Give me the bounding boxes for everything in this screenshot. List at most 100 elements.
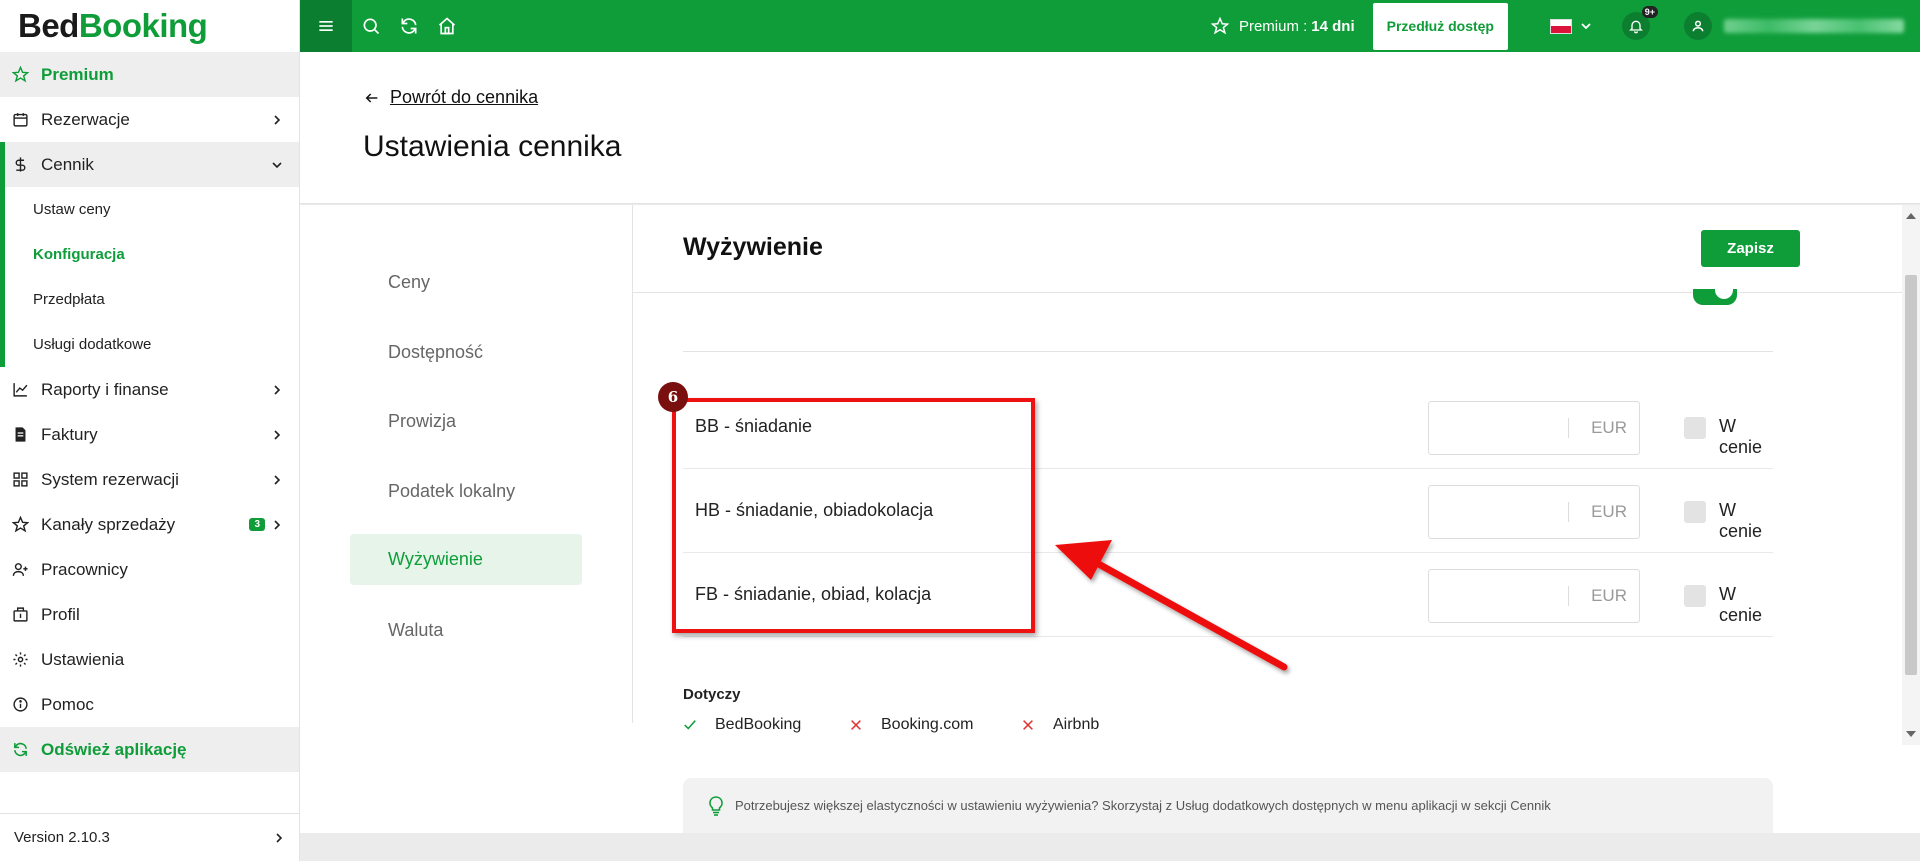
included-label: W cenie [1719, 500, 1763, 541]
version-label: Version 2.10.3 [14, 829, 110, 846]
chevron-down-icon [271, 159, 283, 171]
sidebar-item-label: Profil [41, 604, 80, 624]
chevron-down-icon [1581, 23, 1591, 30]
chevron-right-icon [273, 832, 285, 844]
star-icon [11, 516, 29, 534]
brand-logo-part1: Bed [18, 7, 79, 44]
sidebar-subitem-przedplata[interactable]: Przedpłata [0, 277, 299, 322]
included-checkbox[interactable] [1684, 501, 1706, 523]
building-icon [11, 606, 29, 624]
price-input[interactable]: EUR [1428, 485, 1640, 539]
tab-ceny[interactable]: Ceny [350, 257, 582, 308]
tip-box: Potrzebujesz większej elastyczności w us… [683, 778, 1773, 833]
premium-days: 14 dni [1311, 17, 1355, 35]
notifications-button[interactable]: 9+ [1622, 6, 1658, 40]
save-button[interactable]: Zapisz [1701, 230, 1800, 267]
user-name-blurred[interactable] [1724, 19, 1904, 33]
sidebar-item-cennik[interactable]: Cennik [0, 142, 299, 187]
tab-podatek-lokalny[interactable]: Podatek lokalny [350, 466, 582, 517]
sidebar-subitem-uslugi-dodatkowe[interactable]: Usługi dodatkowe [0, 322, 299, 367]
chart-icon [11, 381, 29, 399]
search-button[interactable] [352, 0, 390, 52]
menu-button[interactable] [300, 0, 352, 52]
sidebar-item-faktury[interactable]: Faktury [0, 412, 299, 457]
search-icon [363, 18, 380, 35]
currency-label: EUR [1591, 502, 1627, 521]
sidebar-item-label: Pomoc [41, 694, 94, 714]
topbar: Premium : 14 dni Przedłuż dostęp 9+ [300, 0, 1920, 52]
included-checkbox[interactable] [1684, 585, 1706, 607]
sidebar-item-odswiez[interactable]: Odśwież aplikację [0, 727, 299, 772]
sidebar-item-pracownicy[interactable]: Pracownicy [0, 547, 299, 592]
channel-name: Booking.com [881, 716, 974, 733]
sidebar-subitem-konfiguracja[interactable]: Konfiguracja [0, 232, 299, 277]
tab-prowizja[interactable]: Prowizja [350, 396, 582, 447]
applies-label: Dotyczy [683, 686, 741, 703]
sidebar-item-label: Premium [41, 64, 114, 84]
price-input[interactable]: EUR [1428, 569, 1640, 623]
premium-label: Premium : [1238, 17, 1308, 35]
channel-booking: Booking.com [849, 716, 974, 734]
scroll-thumb[interactable] [1905, 275, 1917, 675]
invoice-icon [11, 426, 29, 444]
panel-scrollbar[interactable] [1902, 205, 1920, 745]
price-input[interactable]: EUR [1428, 401, 1640, 455]
divider [683, 351, 1773, 352]
scroll-down-icon[interactable] [1906, 731, 1916, 737]
chevron-right-icon [271, 429, 283, 441]
chevron-right-icon [271, 519, 283, 531]
close-icon [851, 720, 861, 730]
currency-label: EUR [1591, 418, 1627, 437]
tab-wyzywienie[interactable]: Wyżywienie [350, 534, 582, 585]
sidebar-item-label: Cennik [41, 154, 94, 174]
channel-bedbooking: BedBooking [683, 716, 801, 734]
currency-label: EUR [1591, 586, 1627, 605]
sidebar-item-pomoc[interactable]: Pomoc [0, 682, 299, 727]
sidebar-nav-secondary: Raporty i finanse Faktury System rezerwa… [0, 367, 299, 772]
sidebar-nav: Premium Rezerwacje Cennik [0, 52, 299, 187]
language-selector[interactable] [1550, 18, 1592, 34]
settings-content: Ceny Dostępność Prowizja Podatek lokalny… [300, 205, 1920, 833]
notifications-count-badge: 9+ [1641, 6, 1658, 18]
bell-icon [1629, 20, 1643, 34]
sidebar-item-premium[interactable]: Premium [0, 52, 299, 97]
user-icon [1692, 20, 1704, 32]
refresh-icon [11, 741, 29, 759]
sidebar-item-label: Pracownicy [41, 559, 128, 579]
sidebar-item-kanaly-sprzedazy[interactable]: Kanały sprzedaży 3 [0, 502, 299, 547]
extend-access-button[interactable]: Przedłuż dostęp [1372, 2, 1508, 50]
sidebar-item-profil[interactable]: Profil [0, 592, 299, 637]
calendar-icon [11, 111, 29, 129]
refresh-icon [401, 18, 417, 34]
sidebar-item-label: Raporty i finanse [41, 379, 169, 399]
sidebar-subitem-ustaw-ceny[interactable]: Ustaw ceny [0, 187, 299, 232]
tab-waluta[interactable]: Waluta [350, 605, 582, 656]
sidebar-item-raporty[interactable]: Raporty i finanse [0, 367, 299, 412]
refresh-button[interactable] [390, 0, 428, 52]
input-separator [1568, 586, 1569, 606]
check-icon [684, 720, 696, 730]
version-footer[interactable]: Version 2.10.3 [0, 813, 299, 861]
meals-toggle[interactable] [1693, 289, 1737, 305]
included-checkbox[interactable] [1684, 417, 1706, 439]
scroll-up-icon[interactable] [1906, 213, 1916, 219]
sidebar-item-label: Rezerwacje [41, 109, 130, 129]
sidebar-item-rezerwacje[interactable]: Rezerwacje [0, 97, 299, 142]
gear-icon [11, 651, 29, 669]
brand-logo[interactable]: Bed Booking [0, 0, 299, 52]
sidebar-item-ustawienia[interactable]: Ustawienia [0, 637, 299, 682]
tab-dostepnosc[interactable]: Dostępność [350, 327, 582, 378]
poland-flag-icon [1550, 18, 1572, 34]
sidebar-item-label: Odśwież aplikację [41, 739, 187, 759]
back-link[interactable]: Powrót do cennika [364, 87, 538, 108]
chevron-right-icon [271, 384, 283, 396]
back-link-label: Powrót do cennika [390, 87, 539, 107]
star-icon [11, 66, 29, 84]
sidebar-item-system-rezerwacji[interactable]: System rezerwacji [0, 457, 299, 502]
user-avatar[interactable] [1684, 12, 1712, 40]
page-header: Powrót do cennika Ustawienia cennika [300, 52, 1920, 204]
user-plus-icon [11, 561, 29, 579]
grid-icon [11, 471, 29, 489]
home-button[interactable] [428, 0, 466, 52]
home-icon [438, 17, 456, 35]
